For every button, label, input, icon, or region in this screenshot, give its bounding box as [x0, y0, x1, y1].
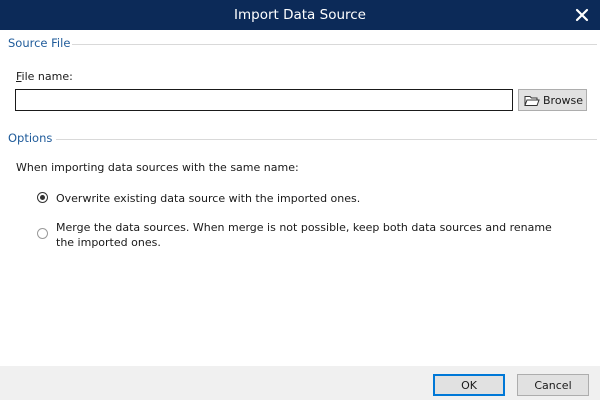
source-file-heading: Source File [8, 36, 71, 50]
close-icon [575, 8, 589, 22]
overwrite-option[interactable]: Overwrite existing data source with the … [37, 191, 556, 206]
merge-label: Merge the data sources. When merge is no… [56, 221, 552, 249]
title-bar: Import Data Source [0, 0, 600, 30]
options-section-header: Options [8, 131, 52, 145]
dialog-footer: OK Cancel [0, 366, 600, 400]
folder-icon [524, 95, 540, 106]
merge-option[interactable]: Merge the data sources. When merge is no… [37, 220, 556, 250]
source-file-section-header: Source File [8, 36, 70, 50]
file-name-label: File name: [16, 70, 73, 83]
dialog-title: Import Data Source [234, 7, 366, 23]
file-name-label-rest: ile name: [21, 70, 73, 83]
overwrite-radio[interactable] [37, 192, 48, 203]
browse-label: Browse [543, 93, 584, 107]
cancel-button[interactable]: Cancel [517, 374, 589, 396]
browse-button[interactable]: Browse [518, 89, 587, 111]
options-prompt: When importing data sources with the sam… [16, 161, 299, 174]
merge-radio[interactable] [37, 228, 48, 239]
file-name-input[interactable] [15, 89, 513, 111]
ok-button[interactable]: OK [433, 374, 505, 396]
close-button[interactable] [572, 5, 592, 25]
import-data-source-dialog: Import Data Source Source File File name… [0, 0, 600, 400]
overwrite-label: Overwrite existing data source with the … [56, 192, 361, 205]
options-heading: Options [8, 131, 53, 145]
